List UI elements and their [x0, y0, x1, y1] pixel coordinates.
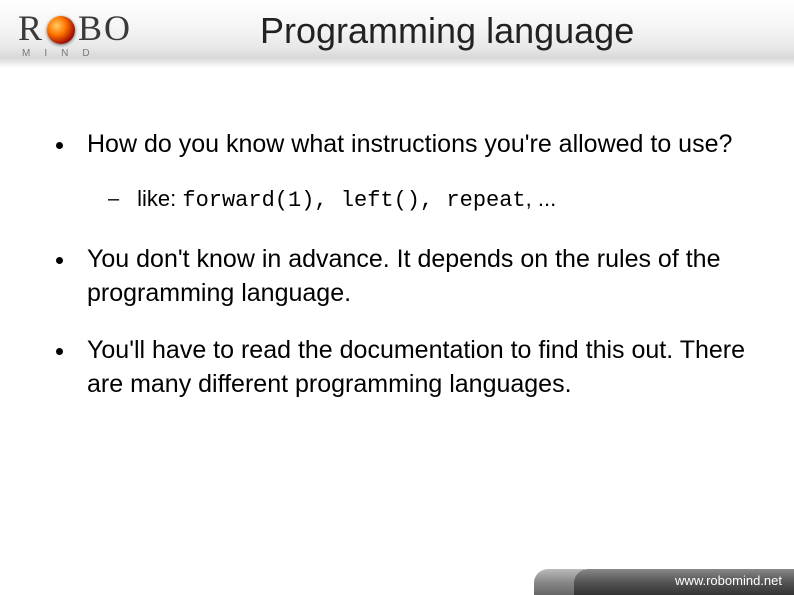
footer-url: www.robomind.net: [675, 573, 782, 588]
logo-letter-r: R: [18, 10, 44, 46]
sub-suffix: , ...: [526, 186, 557, 211]
slide-footer: www.robomind.net: [0, 569, 794, 595]
robomind-logo: R BO MIND: [18, 10, 132, 59]
code-span: forward(1), left(), repeat: [182, 188, 525, 213]
bullet-item: You'll have to read the documentation to…: [56, 334, 754, 402]
sub-bullet-text: like: forward(1), left(), repeat, ...: [137, 186, 556, 213]
bullet-dot-icon: [56, 348, 63, 355]
sub-bullet-item: – like: forward(1), left(), repeat, ...: [108, 186, 754, 213]
bullet-item: You don't know in advance. It depends on…: [56, 243, 754, 311]
logo-main-text: R BO: [18, 10, 132, 46]
dash-icon: –: [108, 188, 119, 211]
logo-subtext: MIND: [22, 48, 104, 59]
bullet-dot-icon: [56, 142, 63, 149]
bullet-text: You don't know in advance. It depends on…: [87, 243, 754, 311]
footer-bar: www.robomind.net: [574, 569, 794, 595]
logo-letters-bo: BO: [78, 10, 132, 46]
bullet-text: You'll have to read the documentation to…: [87, 334, 754, 402]
logo-orb-icon: [47, 16, 75, 44]
bullet-item: How do you know what instructions you're…: [56, 128, 754, 162]
slide-content: How do you know what instructions you're…: [0, 68, 794, 402]
slide-title: Programming language: [260, 10, 634, 52]
bullet-dot-icon: [56, 257, 63, 264]
slide-header: R BO MIND Programming language: [0, 0, 794, 68]
bullet-text: How do you know what instructions you're…: [87, 128, 732, 162]
sub-prefix: like:: [137, 186, 182, 211]
